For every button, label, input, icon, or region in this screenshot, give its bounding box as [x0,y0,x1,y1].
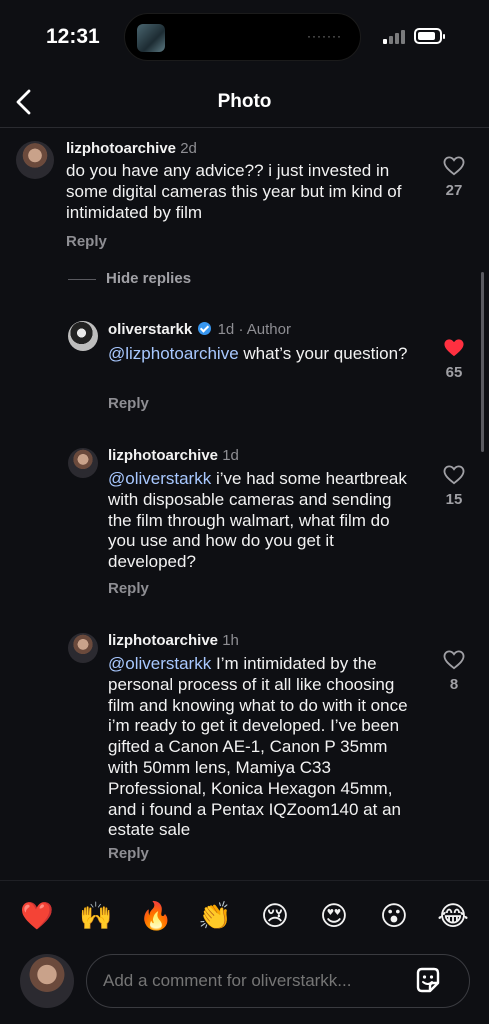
reply-header: oliverstarkk 1d · Author [108,321,291,338]
like-button[interactable]: 65 [434,338,474,381]
cellular-signal-icon [383,30,407,44]
avatar[interactable] [68,633,98,663]
emoji-crying[interactable]: 😢 [258,899,292,933]
reply-body: I’m intimidated by the personal process … [108,654,408,840]
reply-text: @oliverstarkk I’m intimidated by the per… [108,654,418,841]
reply-time: 1d [222,447,239,464]
emoji-surprised[interactable]: 😮 [377,899,411,933]
like-button[interactable]: 8 [434,650,474,693]
mention-link[interactable]: @oliverstarkk [108,469,211,488]
now-playing-thumbnail [137,24,165,52]
like-button[interactable]: 15 [434,465,474,508]
comment-username[interactable]: lizphotoarchive [66,140,176,157]
heart-outline-icon [443,156,465,176]
author-badge: · Author [238,321,291,338]
reply-text: @lizphotoarchive what’s your question? [108,344,408,365]
emoji-heart-eyes[interactable]: 😍 [317,899,351,933]
heart-filled-icon [444,339,464,357]
status-time: 12:31 [46,25,100,48]
reply-button[interactable]: Reply [66,233,107,250]
battery-icon [414,28,445,44]
reply-username[interactable]: lizphotoarchive [108,447,218,464]
reply-username[interactable]: lizphotoarchive [108,632,218,649]
divider-line [68,279,96,280]
like-button[interactable]: 27 [434,156,474,199]
comment-composer [0,950,489,1024]
comment-time: 2d [180,140,197,157]
reply-header: lizphotoarchive 1d [108,447,239,464]
heart-outline-icon [443,650,465,670]
reply-username[interactable]: oliverstarkk [108,321,192,338]
reply-button[interactable]: Reply [108,395,149,412]
emoji-quick-bar: ❤️ 🙌 🔥 👏 😢 😍 😮 😂 [0,880,489,950]
avatar[interactable] [16,141,54,179]
like-count: 8 [449,676,459,693]
like-count: 65 [445,364,463,381]
sticker-icon [416,967,440,993]
comment-header: lizphotoarchive 2d [66,140,197,157]
emoji-fire[interactable]: 🔥 [139,899,173,933]
like-count: 15 [445,491,463,508]
avatar[interactable] [68,448,98,478]
sticker-button[interactable] [412,965,444,997]
reply-button[interactable]: Reply [108,845,149,862]
reply-time: 1h [222,632,239,649]
mention-link[interactable]: @oliverstarkk [108,654,211,673]
reply-text: @oliverstarkk i’ve had some heartbreak w… [108,469,408,573]
reply-body: what’s your question? [243,344,408,363]
mention-link[interactable]: @lizphotoarchive [108,344,239,363]
avatar[interactable] [68,321,98,351]
island-indicator: ······· [307,29,342,43]
comment-text: do you have any advice?? i just invested… [66,161,402,222]
heart-outline-icon [443,465,465,485]
status-bar: 12:31 ······· [0,0,489,76]
emoji-heart[interactable]: ❤️ [20,899,54,933]
dynamic-island[interactable]: ······· [124,13,361,61]
reply-header: lizphotoarchive 1h [108,632,239,649]
like-count: 27 [445,182,463,199]
reply-time: 1d [217,321,235,338]
page-title: Photo [217,91,272,112]
emoji-clap[interactable]: 👏 [198,899,232,933]
current-user-avatar[interactable] [20,954,74,1008]
battery-level [418,32,435,40]
verified-badge-icon [198,322,212,335]
reply-button[interactable]: Reply [108,580,149,597]
emoji-raised-hands[interactable]: 🙌 [79,899,113,933]
scrollbar[interactable] [481,272,484,452]
nav-bar: Photo [0,76,489,128]
emoji-laughing[interactable]: 😂 [436,899,470,933]
hide-replies-label: Hide replies [106,270,192,287]
